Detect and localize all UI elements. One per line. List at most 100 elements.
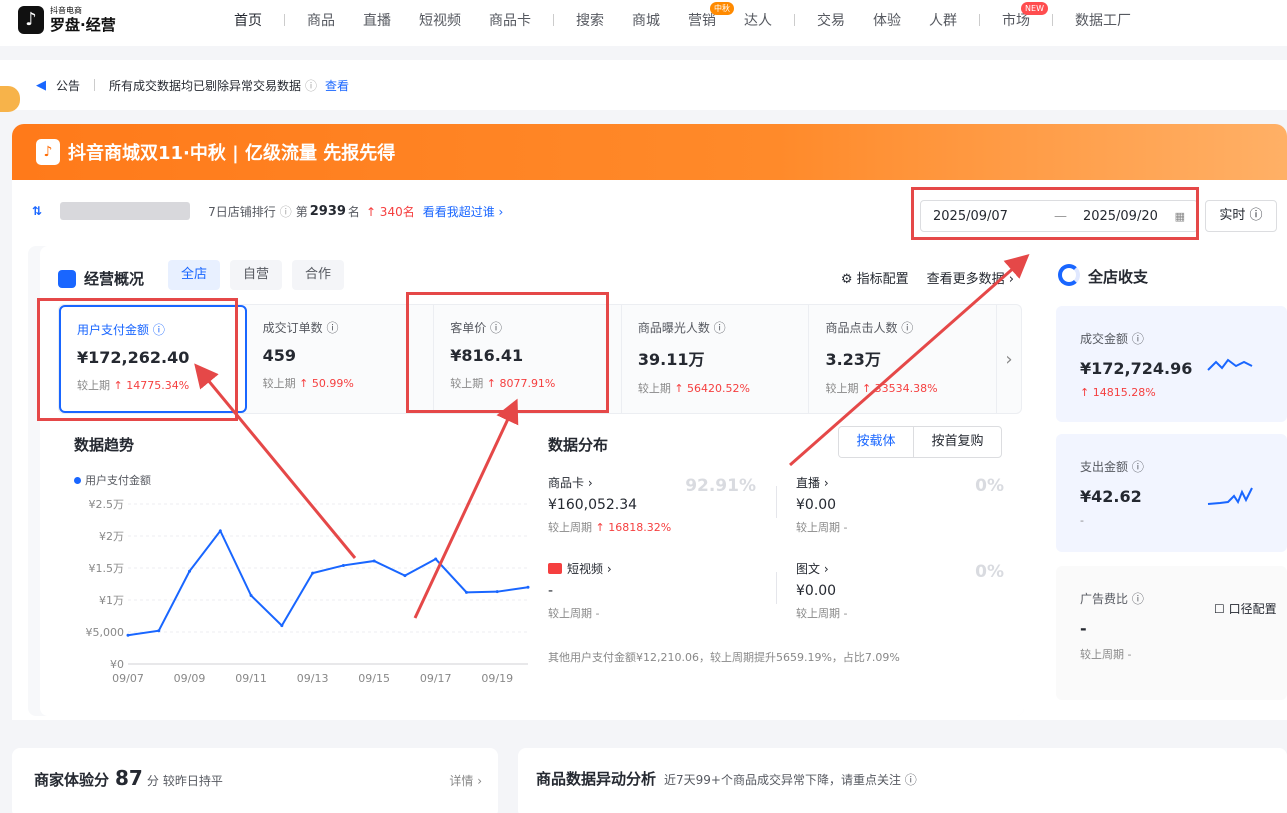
card-label: 成交金额 ⓘ: [1080, 332, 1144, 346]
nav-crowd[interactable]: 人群: [915, 10, 971, 30]
nav-talent[interactable]: 达人: [730, 10, 786, 30]
anomaly-heading: 商品数据异动分析 近7天99+个商品成交异常下降，请重点关注 ⓘ: [536, 768, 917, 789]
trend-panel: 数据趋势 用户支付金额 ¥0 ¥5,000 ¥1万 ¥1.5万 ¥2万 ¥2.5万 09/0…: [58, 414, 548, 704]
anomaly-card: 商品数据异动分析 近7天99+个商品成交异常下降，请重点关注 ⓘ: [518, 748, 1287, 813]
income-card-expense[interactable]: 支出金额 ⓘ ¥42.62 -: [1056, 434, 1287, 552]
score-compare: 较昨日持平: [162, 774, 223, 788]
channel-live[interactable]: 直播 › ¥0.00 较上周期 - 0%: [796, 474, 1026, 535]
series-line[interactable]: [127, 528, 529, 637]
metric-config-button[interactable]: ⚙ 指标配置: [841, 268, 909, 287]
channel-short-video[interactable]: 短视频 › - 较上周期 -: [548, 560, 778, 621]
realtime-button[interactable]: 实时 ⓘ: [1205, 200, 1277, 232]
data-point[interactable]: [372, 559, 376, 563]
channel-compare-value: ↑ 16818.32%: [595, 521, 672, 534]
chevron-right-icon[interactable]: ›: [997, 305, 1021, 413]
sparkline-icon: [1207, 358, 1253, 371]
nav-goods[interactable]: 商品: [293, 10, 349, 30]
trend-chart[interactable]: ¥0 ¥5,000 ¥1万 ¥1.5万 ¥2万 ¥2.5万 09/07 09/09 09/11 0…: [58, 414, 548, 704]
notice-divider: [94, 79, 96, 91]
metric-exposure-users[interactable]: 商品曝光人数 ⓘ 39.11万 较上期 ↑ 56420.52%: [622, 305, 810, 413]
by-first-repurchase-button[interactable]: 按首复购: [913, 427, 1001, 457]
data-point[interactable]: [526, 585, 530, 589]
income-card-ad-ratio[interactable]: 广告费比 ⓘ - 较上周期 - ☐ 口径配置: [1056, 566, 1287, 700]
channel-image-text[interactable]: 图文 › ¥0.00 较上周期 - 0%: [796, 560, 1026, 621]
data-point[interactable]: [464, 590, 468, 594]
distribution-title: 数据分布: [548, 436, 609, 454]
card-compare: ↑ 14815.28%: [1080, 386, 1156, 399]
data-point[interactable]: [157, 629, 161, 633]
info-icon: ⓘ: [305, 78, 318, 93]
nav-divider: [979, 14, 980, 26]
nav-data-factory[interactable]: 数据工厂: [1061, 10, 1145, 30]
switch-shop-icon[interactable]: ⇅: [32, 204, 42, 218]
nav-home[interactable]: 首页: [220, 10, 276, 30]
card-label: 支出金额 ⓘ: [1080, 460, 1144, 474]
distribution-footer: 其他用户支付金额¥12,210.06，较上周期提升5659.19%，占比7.09…: [548, 651, 900, 664]
x-tick-label: 09/07: [112, 672, 144, 685]
experience-detail-link[interactable]: 详情 ›: [449, 772, 482, 789]
card-value: -: [1080, 619, 1087, 638]
metric-compare: 较上期 ↑ 33534.38%: [825, 380, 980, 396]
nav-experience[interactable]: 体验: [859, 10, 915, 30]
metric-value: 3.23万: [825, 350, 881, 369]
distribution-panel: 数据分布 按载体 按首复购 商品卡 › ¥160,052.34 较上周期 ↑ 1…: [548, 414, 1022, 704]
shopping-bag-icon: ♪: [36, 139, 60, 165]
y-tick-label: ¥1万: [99, 594, 124, 607]
brand-logo[interactable]: ♪ 抖音电商 罗盘·经营: [18, 6, 116, 34]
tab-cooperation[interactable]: 合作: [292, 260, 344, 290]
nav-market[interactable]: 市场 NEW: [988, 2, 1048, 30]
banner-text: 抖音商城双11·中秋 | 亿级流量 先报先得: [68, 143, 396, 164]
score-unit: 分: [146, 774, 159, 788]
nav-live[interactable]: 直播: [349, 10, 405, 30]
nav-trade[interactable]: 交易: [803, 10, 859, 30]
channel-goods-card[interactable]: 商品卡 › ¥160,052.34 较上周期 ↑ 16818.32% 92.91…: [548, 474, 778, 535]
brand-name: 罗盘·经营: [50, 16, 116, 34]
anomaly-desc: 近7天99+个商品成交异常下降，请重点关注 ⓘ: [664, 773, 917, 787]
nav-goodscard[interactable]: 商品卡: [475, 10, 545, 30]
store-income-title: 全店收支: [1088, 268, 1149, 286]
channel-value: -: [548, 583, 554, 599]
data-point[interactable]: [495, 590, 499, 594]
nav-divider: [1052, 14, 1053, 26]
nav-divider: [794, 14, 795, 26]
data-point[interactable]: [280, 624, 284, 628]
notice-link[interactable]: 查看: [325, 77, 349, 94]
by-carrier-button[interactable]: 按载体: [839, 427, 913, 457]
compare-link[interactable]: 看看我超过谁 ›: [423, 203, 504, 220]
x-tick-label: 09/09: [174, 672, 206, 685]
data-point[interactable]: [249, 594, 253, 598]
overview-title: 经营概况: [58, 268, 144, 289]
megaphone-icon: ◀: [36, 77, 46, 93]
x-tick-label: 09/17: [420, 672, 452, 685]
data-point[interactable]: [311, 571, 315, 575]
highlight-box-date: [911, 187, 1199, 240]
data-point[interactable]: [218, 529, 222, 533]
scope-config-button[interactable]: ☐ 口径配置: [1214, 600, 1277, 617]
channel-name-text: 短视频 ›: [567, 562, 612, 576]
promo-banner[interactable]: ♪ 抖音商城双11·中秋 | 亿级流量 先报先得: [12, 124, 1287, 182]
nav-mall[interactable]: 商城: [618, 10, 674, 30]
metric-click-users[interactable]: 商品点击人数 ⓘ 3.23万 较上期 ↑ 33534.38%: [809, 305, 998, 413]
income-card-deal[interactable]: 成交金额 ⓘ ¥172,724.96 ↑ 14815.28%: [1056, 306, 1287, 422]
more-data-link[interactable]: 查看更多数据 ›: [927, 268, 1014, 287]
tab-self-run[interactable]: 自营: [230, 260, 282, 290]
tab-all-store[interactable]: 全店: [168, 260, 220, 290]
rank-suffix: 名: [347, 204, 360, 219]
data-point[interactable]: [341, 563, 345, 567]
store-income-panel: 全店收支 成交金额 ⓘ ¥172,724.96 ↑ 14815.28% 支出金额…: [1040, 246, 1287, 716]
nav-marketing[interactable]: 营销 中秋: [674, 2, 734, 30]
channel-share: 92.91%: [685, 476, 756, 496]
top-bar: ♪ 抖音电商 罗盘·经营 首页 商品 直播 短视频 商品卡 搜索 商城 营销 中秋…: [0, 0, 1287, 46]
channel-share: 0%: [975, 562, 1004, 582]
data-point[interactable]: [403, 574, 407, 578]
channel-name: 短视频 ›: [548, 560, 778, 577]
info-icon: ⓘ: [279, 204, 292, 219]
x-tick-label: 09/19: [481, 672, 513, 685]
channel-value: ¥160,052.34: [548, 497, 638, 513]
data-point[interactable]: [188, 569, 192, 573]
channel-compare: 较上周期 -: [796, 607, 848, 620]
data-point[interactable]: [434, 557, 438, 561]
data-point[interactable]: [126, 633, 130, 637]
nav-search[interactable]: 搜索: [562, 10, 618, 30]
nav-shortvideo[interactable]: 短视频: [405, 10, 475, 30]
